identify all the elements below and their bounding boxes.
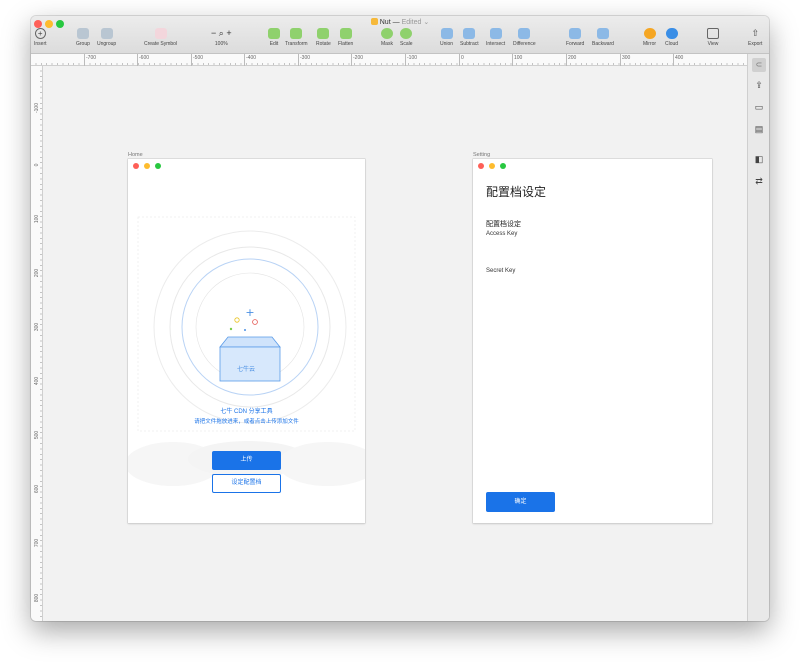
edit-icon	[268, 28, 280, 39]
artboard-home[interactable]: 七牛云 + 七牛 CDN 分享工具 请把文件拖放进来，或者点击上传添加文件 上传…	[128, 159, 365, 523]
mirror-button[interactable]: Mirror	[643, 28, 656, 47]
zoom-in-button[interactable]: +	[226, 28, 231, 38]
secret-key-label: Secret Key	[486, 268, 516, 274]
mirror-icon	[643, 28, 656, 39]
settings-section-title: 配置档设定	[486, 221, 521, 228]
flatten-button[interactable]: Flatten	[338, 28, 353, 47]
flatten-icon	[339, 28, 352, 39]
mask-icon	[381, 28, 393, 39]
rotate-icon	[317, 28, 330, 39]
forward-button[interactable]: Forward	[566, 28, 584, 47]
app-name-text: 七牛 CDN 分享工具	[220, 409, 273, 415]
window-title: Nut — Edited ⌄	[31, 18, 769, 26]
subtract-icon	[463, 28, 476, 39]
union-button[interactable]: Union	[440, 28, 453, 47]
cloud-icon	[665, 28, 678, 39]
rotate-button[interactable]: Rotate	[316, 28, 331, 47]
chevron-down-icon: ⌄	[423, 19, 430, 26]
inspector-toggle-button[interactable]: ⊂	[752, 58, 766, 72]
edit-button[interactable]: Edit	[268, 28, 280, 47]
mock-close-dot	[478, 163, 484, 169]
design-canvas[interactable]: Home 七牛云 + 七牛 CDN 分享工具 请把文件拖放进来，或者点击上传添加…	[43, 66, 747, 621]
union-icon	[440, 28, 453, 39]
sparkle-green-dot	[229, 327, 233, 331]
drop-hint-text: 请把文件拖放进来，或者点击上传添加文件	[194, 419, 299, 425]
arrange-icon[interactable]: ◧	[752, 152, 766, 166]
replace-icon[interactable]: ⇄	[752, 174, 766, 188]
mock-zoom-dot	[500, 163, 506, 169]
settings-title: 配置档设定	[486, 185, 547, 199]
edited-status: Edited	[401, 19, 422, 26]
export-icon: ⇧	[751, 28, 759, 38]
document-icon	[370, 18, 378, 25]
sketch-window: Nut — Edited ⌄ + Insert Group Ungroup Cr…	[31, 16, 769, 621]
create-symbol-button[interactable]: Create Symbol	[144, 28, 177, 47]
export-button[interactable]: ⇧ Export	[748, 28, 762, 47]
backward-icon	[596, 28, 609, 39]
horizontal-ruler[interactable]: -700 -600 -500 -400 -300 -200 -100 0 100…	[31, 54, 747, 66]
transform-icon	[290, 28, 303, 39]
magnifier-icon: ⌕	[218, 28, 224, 38]
print-icon[interactable]: ▭	[752, 100, 766, 114]
ungroup-icon	[100, 28, 113, 39]
symbol-icon	[154, 28, 167, 39]
zoom-control[interactable]: − ⌕ + 100%	[211, 28, 232, 47]
inspector-sidebar: ⊂ ⇪ ▭ ▤ ◧ ⇄	[747, 54, 769, 621]
box-icon: 七牛云	[219, 336, 281, 382]
group-icon	[76, 28, 89, 39]
box-brand-label: 七牛云	[237, 365, 255, 373]
view-button[interactable]: View	[707, 28, 719, 47]
intersect-button[interactable]: Intersect	[486, 28, 505, 47]
access-key-field[interactable]	[486, 239, 698, 257]
scale-icon	[400, 28, 413, 39]
upload-button[interactable]: 上传	[212, 451, 281, 470]
group-button[interactable]: Group	[76, 28, 90, 47]
difference-icon	[518, 28, 531, 39]
backward-button[interactable]: Backward	[592, 28, 614, 47]
sparkle-blue-dot	[244, 329, 246, 331]
confirm-button[interactable]: 确定	[486, 492, 555, 512]
insert-button[interactable]: + Insert	[34, 28, 47, 47]
zoom-out-button[interactable]: −	[211, 28, 216, 38]
artboard-setting[interactable]: 配置档设定 配置档设定 Access Key Secret Key 确定	[473, 159, 712, 523]
subtract-button[interactable]: Subtract	[460, 28, 479, 47]
mask-button[interactable]: Mask	[381, 28, 393, 47]
view-icon	[707, 28, 719, 39]
title-bar: Nut — Edited ⌄ + Insert Group Ungroup Cr…	[31, 16, 769, 54]
plus-icon: +	[34, 28, 46, 39]
mock-minimize-dot	[489, 163, 495, 169]
transform-button[interactable]: Transform	[285, 28, 308, 47]
layout-icon[interactable]: ▤	[752, 122, 766, 136]
forward-icon	[569, 28, 582, 39]
config-profile-button[interactable]: 设定配置档	[212, 474, 281, 493]
vertical-ruler[interactable]: -100 0 100 200 300 400 500 600 700 800	[31, 66, 43, 621]
difference-button[interactable]: Difference	[513, 28, 536, 47]
ungroup-button[interactable]: Ungroup	[97, 28, 116, 47]
secret-key-field[interactable]	[486, 276, 698, 294]
artboard-label-setting[interactable]: Setting	[473, 152, 490, 158]
share-icon[interactable]: ⇪	[752, 78, 766, 92]
scale-button[interactable]: Scale	[400, 28, 413, 47]
artboard-label-home[interactable]: Home	[128, 152, 143, 158]
intersect-icon	[489, 28, 502, 39]
access-key-label: Access Key	[486, 231, 518, 237]
zoom-level: 100%	[214, 41, 228, 47]
cloud-button[interactable]: Cloud	[665, 28, 678, 47]
sparkle-plus-icon: +	[245, 306, 254, 319]
